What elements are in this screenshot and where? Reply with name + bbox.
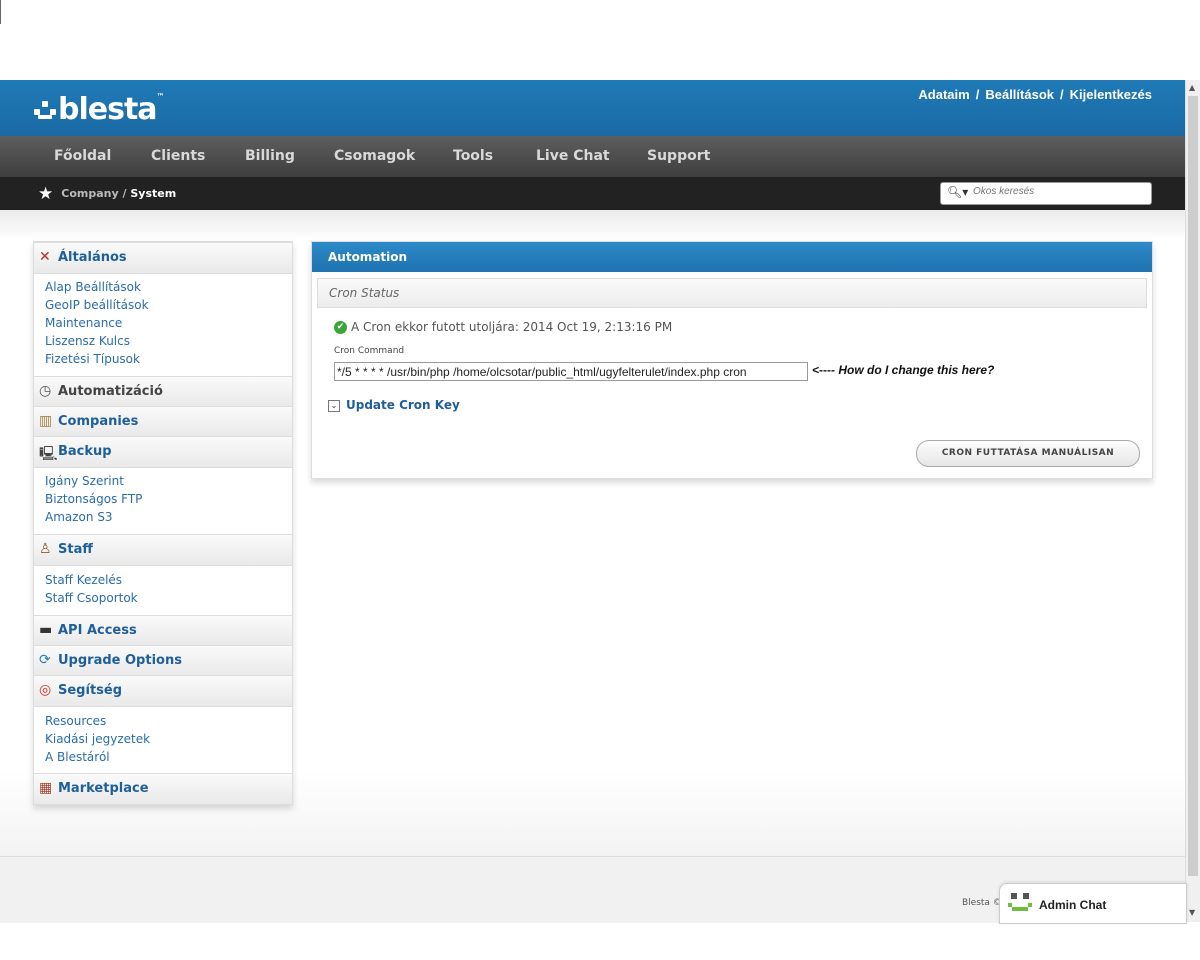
top-blank-area xyxy=(0,0,1200,80)
sidebar-section-staff[interactable]: ♙ Staff xyxy=(34,534,292,566)
sidebar-item-geoip[interactable]: GeoIP beállítások xyxy=(45,298,149,312)
sidebar-item-about-blesta[interactable]: A Blestáról xyxy=(45,750,110,764)
blesta-logo-icon xyxy=(34,100,56,121)
search-input[interactable] xyxy=(971,185,1145,198)
sidebar-section-automation[interactable]: ◷ Automatizáció xyxy=(34,376,292,408)
automation-panel: Automation Cron Status ✔ A Cron ekkor fut… xyxy=(311,241,1153,479)
panel-header: Automation xyxy=(312,242,1152,272)
update-cron-key-label[interactable]: Update Cron Key xyxy=(346,398,460,412)
breadcrumb: ★ Company / System xyxy=(38,184,176,204)
annotation-note: <---- How do I change this here? xyxy=(812,363,995,377)
nav-item-billing[interactable]: Billing xyxy=(245,148,295,164)
sidebar-section-label[interactable]: Staff xyxy=(58,542,93,557)
check-circle-icon: ✔ xyxy=(334,321,347,334)
my-account-link[interactable]: Adataim xyxy=(918,87,969,102)
basket-icon: ▦ xyxy=(39,780,53,796)
sidebar-section-label[interactable]: Marketplace xyxy=(58,781,149,796)
logout-link[interactable]: Kijelentkezés xyxy=(1070,87,1152,102)
chat-face-icon xyxy=(1008,893,1034,915)
building-icon: ▥ xyxy=(39,413,53,429)
search-icon[interactable]: 🔍︎▾ xyxy=(947,185,968,199)
sidebar-section-label[interactable]: Segítség xyxy=(58,683,122,698)
blesta-logo[interactable]: blesta™ xyxy=(34,92,165,127)
sidebar-item-basic-settings[interactable]: Alap Beállítások xyxy=(45,280,141,294)
lifebuoy-icon: ◎ xyxy=(39,682,52,698)
logo-trademark: ™ xyxy=(156,92,165,101)
terminal-icon: ▬ xyxy=(39,622,53,638)
sidebar-item-resources[interactable]: Resources xyxy=(45,714,106,728)
sidebar-section-label[interactable]: API Access xyxy=(58,623,137,638)
nav-item-packages[interactable]: Csomagok xyxy=(334,148,415,164)
clock-icon: ◷ xyxy=(39,383,52,399)
account-links: Adataim / Beállítások / Kijelentkezés xyxy=(918,87,1152,102)
cursor-mark xyxy=(0,0,1,24)
refresh-icon: ⟳ xyxy=(39,652,51,668)
cron-command-label: Cron Command xyxy=(334,346,405,356)
sidebar-item-secure-ftp[interactable]: Biztonságos FTP xyxy=(45,492,142,506)
tools-icon: ✕ xyxy=(39,249,51,265)
sidebar-section-label[interactable]: Automatizáció xyxy=(58,384,163,399)
breadcrumb-separator: / xyxy=(122,187,127,200)
logo-text: blesta xyxy=(58,92,158,127)
nav-item-tools[interactable]: Tools xyxy=(453,148,493,164)
link-separator: / xyxy=(1060,87,1064,102)
sidebar-item-payment-types[interactable]: Fizetési Típusok xyxy=(45,352,140,366)
sidebar-item-manage-staff[interactable]: Staff Kezelés xyxy=(45,573,122,587)
sidebar-section-general[interactable]: ✕ Általános xyxy=(34,242,292,274)
footer-copyright: Blesta © xyxy=(962,898,1002,908)
nav-item-clients[interactable]: Clients xyxy=(151,148,205,164)
cron-status-heading: Cron Status xyxy=(317,278,1147,308)
admin-chat-widget[interactable]: Admin Chat xyxy=(999,883,1187,924)
settings-sidebar: ✕ Általános Alap Beállítások GeoIP beáll… xyxy=(33,241,293,805)
nav-item-home[interactable]: Főoldal xyxy=(54,148,111,164)
link-separator: / xyxy=(975,87,980,102)
sidebar-section-label[interactable]: Companies xyxy=(58,414,138,429)
sidebar-item-license-key[interactable]: Liszensz Kulcs xyxy=(45,334,130,348)
cron-status-title: Cron Status xyxy=(329,286,400,300)
sidebar-item-on-demand[interactable]: Igány Szerint xyxy=(45,474,124,488)
sidebar-section-api-access[interactable]: ▬ API Access xyxy=(34,615,292,647)
sidebar-section-upgrade-options[interactable]: ⟳ Upgrade Options xyxy=(34,645,292,677)
computer-icon: 🖳︎ xyxy=(39,446,58,462)
panel-title: Automation xyxy=(328,250,408,264)
sidebar-section-companies[interactable]: ▥ Companies xyxy=(34,406,292,438)
nav-item-live-chat[interactable]: Live Chat xyxy=(536,148,610,164)
run-cron-manually-button[interactable]: CRON FUTTATÁSA MANUÁLISAN xyxy=(916,440,1140,467)
sidebar-item-staff-groups[interactable]: Staff Csoportok xyxy=(45,591,138,605)
scroll-down-icon[interactable]: ▼ xyxy=(1189,908,1195,917)
update-cron-key-toggle[interactable]: ⌄ Update Cron Key xyxy=(328,398,460,412)
cron-status-message: ✔ A Cron ekkor futott utoljára: 2014 Oct … xyxy=(334,320,672,334)
sidebar-item-maintenance[interactable]: Maintenance xyxy=(45,316,122,330)
sidebar-section-label[interactable]: Backup xyxy=(58,444,112,459)
user-icon: ♙ xyxy=(39,541,52,557)
page-scrollbar[interactable]: ▲ ▼ xyxy=(1185,80,1200,922)
sidebar-section-label[interactable]: Upgrade Options xyxy=(58,653,182,668)
sidebar-item-release-notes[interactable]: Kiadási jegyzetek xyxy=(45,732,150,746)
breadcrumb-parent[interactable]: Company xyxy=(61,187,118,200)
admin-chat-label[interactable]: Admin Chat xyxy=(1039,898,1106,912)
sidebar-section-backup[interactable]: 🖳︎ Backup xyxy=(34,436,292,468)
cron-command-field[interactable] xyxy=(334,362,808,381)
cron-status-text: A Cron ekkor futott utoljára: 2014 Oct 1… xyxy=(351,320,673,334)
nav-item-support[interactable]: Support xyxy=(647,148,710,164)
scrollbar-thumb[interactable] xyxy=(1188,96,1198,876)
breadcrumb-current: System xyxy=(130,187,177,200)
sidebar-section-label[interactable]: Általános xyxy=(58,250,127,265)
star-icon[interactable]: ★ xyxy=(38,184,53,204)
chevron-down-icon[interactable]: ⌄ xyxy=(328,399,340,412)
scroll-up-icon[interactable]: ▲ xyxy=(1189,83,1195,92)
settings-link[interactable]: Beállítások xyxy=(985,87,1054,102)
sidebar-item-amazon-s3[interactable]: Amazon S3 xyxy=(45,510,113,524)
sidebar-section-marketplace[interactable]: ▦ Marketplace xyxy=(34,773,292,805)
main-nav: Főoldal Clients Billing Csomagok Tools L… xyxy=(0,136,1185,177)
sidebar-section-help[interactable]: ◎ Segítség xyxy=(34,675,292,707)
smart-search: 🔍︎▾ xyxy=(940,182,1152,205)
